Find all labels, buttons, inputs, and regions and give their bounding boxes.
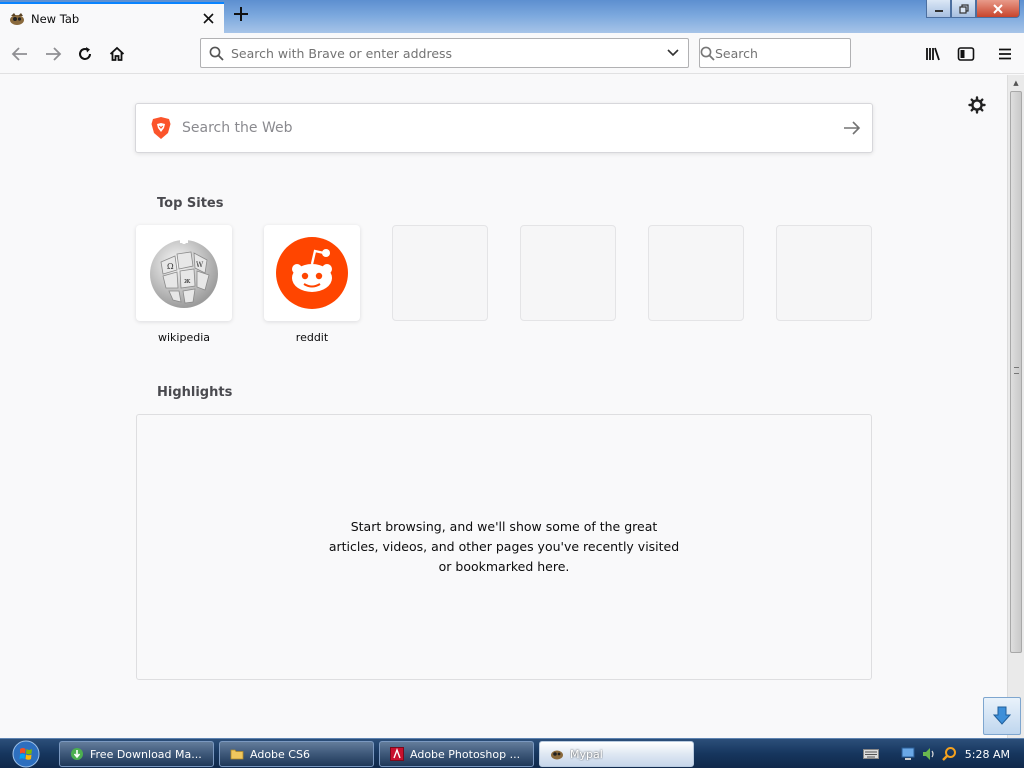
download-button[interactable] [983, 697, 1021, 735]
menu-icon [999, 48, 1011, 60]
sidebar-button[interactable] [952, 40, 980, 68]
top-sites-title: Top Sites [157, 196, 224, 211]
download-arrow-icon [992, 706, 1012, 725]
taskbar-item-adobe-photoshop[interactable]: Adobe Photoshop ... [379, 741, 534, 767]
reload-icon [79, 47, 91, 60]
search-tray-icon[interactable] [941, 746, 957, 762]
network-icon[interactable] [901, 746, 917, 762]
scroll-thumb[interactable] [1010, 91, 1022, 653]
empty-site-tile[interactable] [392, 225, 488, 321]
forward-button[interactable] [39, 40, 67, 68]
taskbar-item-mypal[interactable]: Mypal [539, 741, 694, 767]
url-input[interactable] [231, 39, 658, 67]
keyboard-icon[interactable] [862, 746, 879, 762]
chevron-down-icon[interactable] [658, 49, 688, 57]
system-tray: 5:28 AM [861, 740, 1024, 768]
restore-icon [958, 3, 969, 14]
scroll-grip [1014, 367, 1019, 374]
back-button[interactable] [6, 40, 34, 68]
tab-title: New Tab [31, 11, 80, 26]
search-icon [201, 46, 231, 61]
taskbar-clock[interactable]: 5:28 AM [965, 748, 1010, 761]
wikipedia-globe-icon: Ω W ж [150, 239, 218, 308]
window-close-button[interactable] [976, 0, 1020, 18]
web-search-input[interactable] [182, 104, 832, 152]
close-icon [993, 3, 1003, 14]
window-controls [926, 0, 1020, 18]
minimize-button[interactable] [926, 0, 951, 18]
taskbar-item-adobe-cs6[interactable]: Adobe CS6 [219, 741, 374, 767]
search-input[interactable] [715, 39, 871, 67]
highlights-empty-message: Start browsing, and we'll show some of t… [328, 519, 680, 574]
start-button[interactable] [8, 740, 44, 768]
empty-site-tile[interactable] [648, 225, 744, 321]
home-icon [109, 46, 125, 61]
back-icon [11, 47, 27, 61]
search-icon [700, 46, 715, 61]
top-site-label: wikipedia [157, 331, 210, 344]
highlights-panel: Start browsing, and we'll show some of t… [136, 414, 872, 680]
navigation-toolbar [0, 33, 1024, 74]
fdm-icon [71, 748, 83, 760]
svg-text:Ω: Ω [167, 262, 174, 271]
brave-logo [151, 117, 171, 139]
taskbar-item-label: Mypal [570, 747, 603, 761]
new-tab-page: Top Sites Ω W ж [0, 75, 1007, 738]
library-button[interactable] [920, 40, 948, 68]
taskbar: Free Download Ma... Adobe CS6 Adobe Phot… [0, 738, 1024, 768]
site-tile[interactable] [264, 225, 360, 321]
mypal-icon [551, 750, 563, 760]
top-sites-grid: Ω W ж wikipedia reddit [135, 225, 875, 355]
folder-icon [230, 749, 244, 760]
highlights-title: Highlights [157, 385, 233, 400]
search-go-button[interactable] [832, 121, 872, 135]
vertical-scrollbar[interactable]: ▲ [1007, 75, 1024, 738]
tab-strip: New Tab [0, 0, 1024, 33]
close-icon[interactable] [198, 9, 218, 29]
svg-text:W: W [196, 261, 204, 269]
tab-new-tab[interactable]: New Tab [0, 2, 224, 33]
top-site-reddit[interactable]: reddit [264, 225, 360, 344]
empty-site-tile[interactable] [776, 225, 872, 321]
top-site-wikipedia[interactable]: Ω W ж wikipedia [136, 225, 232, 344]
volume-icon[interactable] [921, 746, 937, 762]
top-site-empty[interactable] [648, 225, 744, 331]
mypal-icon [10, 12, 24, 25]
url-bar[interactable] [200, 38, 689, 68]
reddit-logo-icon [276, 237, 348, 309]
page-settings-button[interactable] [966, 94, 988, 116]
reload-button[interactable] [71, 40, 99, 68]
sidebar-icon [957, 47, 975, 61]
site-tile[interactable]: Ω W ж [136, 225, 232, 321]
top-site-empty[interactable] [776, 225, 872, 331]
web-search-box[interactable] [135, 103, 873, 153]
gear-icon [968, 96, 986, 114]
windows-start-icon [12, 740, 40, 768]
menu-button[interactable] [991, 40, 1019, 68]
search-bar[interactable] [699, 38, 871, 68]
restore-button[interactable] [951, 0, 976, 18]
empty-site-tile[interactable] [520, 225, 616, 321]
new-tab-button[interactable] [228, 4, 254, 30]
forward-icon [46, 47, 62, 61]
scroll-up-arrow[interactable]: ▲ [1008, 75, 1024, 91]
svg-text:ж: ж [184, 277, 191, 285]
top-site-label: reddit [295, 331, 329, 344]
arrow-right-icon [844, 121, 861, 135]
minimize-icon [934, 9, 943, 12]
top-site-empty[interactable] [392, 225, 488, 331]
taskbar-item-label: Free Download Ma... [90, 747, 202, 761]
plus-icon [234, 7, 248, 21]
library-icon [926, 47, 940, 61]
photoshop-icon [390, 747, 404, 761]
top-site-empty[interactable] [520, 225, 616, 331]
taskbar-item-free-download-manager[interactable]: Free Download Ma... [59, 741, 214, 767]
taskbar-item-label: Adobe CS6 [250, 747, 310, 761]
taskbar-item-label: Adobe Photoshop ... [410, 747, 521, 761]
home-button[interactable] [103, 40, 131, 68]
